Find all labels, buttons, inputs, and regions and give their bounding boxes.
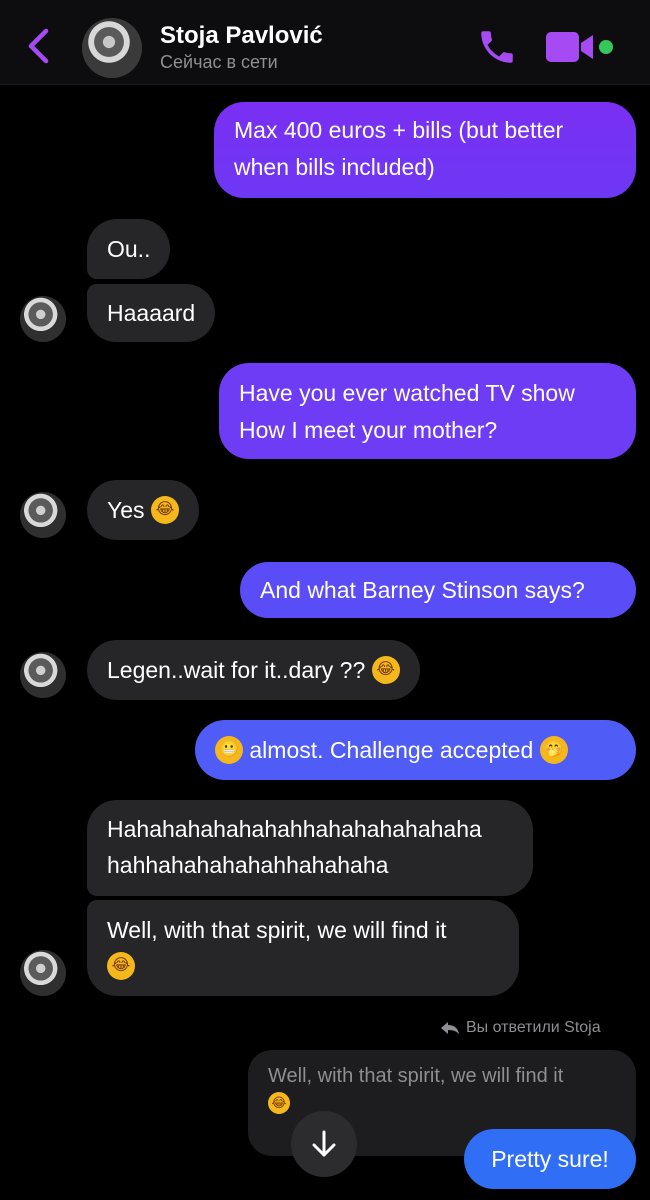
message-text: Max 400 euros + bills (but better <box>234 117 564 143</box>
video-camera-icon <box>546 32 593 62</box>
sender-avatar[interactable] <box>20 492 66 538</box>
arrow-down-icon <box>312 1130 336 1157</box>
back-button[interactable] <box>24 28 54 69</box>
message-text: when bills included) <box>234 154 435 180</box>
chevron-left-icon <box>28 28 49 64</box>
contact-status: Сейчас в сети <box>160 52 278 72</box>
message-text: Hahahahahahahahhahahahahahaha <box>107 816 482 842</box>
scroll-to-bottom-button[interactable] <box>291 1111 357 1177</box>
online-status-dot <box>599 40 613 54</box>
rolling-laughing-emoji-icon: 😂 <box>107 951 135 980</box>
rolling-laughing-emoji-icon: 😂 <box>371 655 400 684</box>
message-bubble-incoming[interactable]: Yes 😂 <box>87 480 199 540</box>
message-bubble-outgoing[interactable]: 😬 almost. Challenge accepted 🤭 <box>195 720 636 780</box>
video-call-button[interactable] <box>545 30 597 69</box>
message-text: Have you ever watched TV show <box>239 380 575 406</box>
reply-arrow-icon <box>441 1021 459 1034</box>
quoted-message-text: Well, with that spirit, we will find it <box>268 1065 564 1087</box>
message-text: almost. Challenge accepted <box>249 737 534 763</box>
reply-indicator: Вы ответили Stoja <box>440 1019 601 1037</box>
message-text: And what Barney Stinson says? <box>260 577 585 603</box>
sender-avatar[interactable] <box>20 296 66 342</box>
message-bubble-incoming[interactable]: Legen..wait for it..dary ?? 😂 <box>87 640 420 700</box>
message-bubble-incoming[interactable]: Well, with that spirit, we will find it … <box>87 900 519 996</box>
message-text: How I meet your mother? <box>239 417 498 443</box>
hand-over-mouth-emoji-icon: 🤭 <box>539 735 568 764</box>
message-bubble-incoming[interactable]: Haaaard <box>87 284 216 342</box>
message-bubble-outgoing[interactable]: Max 400 euros + bills (but better when b… <box>214 102 636 198</box>
message-bubble-outgoing[interactable]: Pretty sure! <box>464 1129 636 1189</box>
message-text: Well, with that spirit, we will find it <box>107 917 447 943</box>
rolling-laughing-emoji-icon: 😂 <box>150 495 179 524</box>
sender-avatar[interactable] <box>20 652 66 698</box>
grimacing-emoji-icon: 😬 <box>215 735 243 764</box>
message-text: hahhahahahahahhahahaha <box>107 852 389 878</box>
message-bubble-incoming[interactable]: Hahahahahahahahhahahahahahaha hahhahahah… <box>87 800 533 896</box>
reply-indicator-text: Вы ответили Stoja <box>466 1019 601 1036</box>
chat-header: Stoja Pavlović Сейчас в сети <box>0 0 650 85</box>
contact-avatar[interactable] <box>82 18 142 78</box>
contact-name[interactable]: Stoja Pavlović <box>160 22 323 50</box>
message-bubble-outgoing[interactable]: Have you ever watched TV show How I meet… <box>219 363 636 459</box>
message-text: Legen..wait for it..dary ?? <box>107 657 366 683</box>
message-bubble-incoming[interactable]: Ou.. <box>87 219 171 279</box>
call-button[interactable] <box>476 26 518 73</box>
phone-icon <box>481 31 513 63</box>
message-text: Haaaard <box>107 300 196 326</box>
message-bubble-outgoing[interactable]: And what Barney Stinson says? <box>240 562 636 618</box>
message-text: Ou.. <box>107 236 151 262</box>
message-text: Pretty sure! <box>491 1146 609 1172</box>
rolling-laughing-emoji-icon: 😂 <box>268 1091 290 1114</box>
sender-avatar[interactable] <box>20 950 66 996</box>
message-text: Yes <box>107 497 145 523</box>
